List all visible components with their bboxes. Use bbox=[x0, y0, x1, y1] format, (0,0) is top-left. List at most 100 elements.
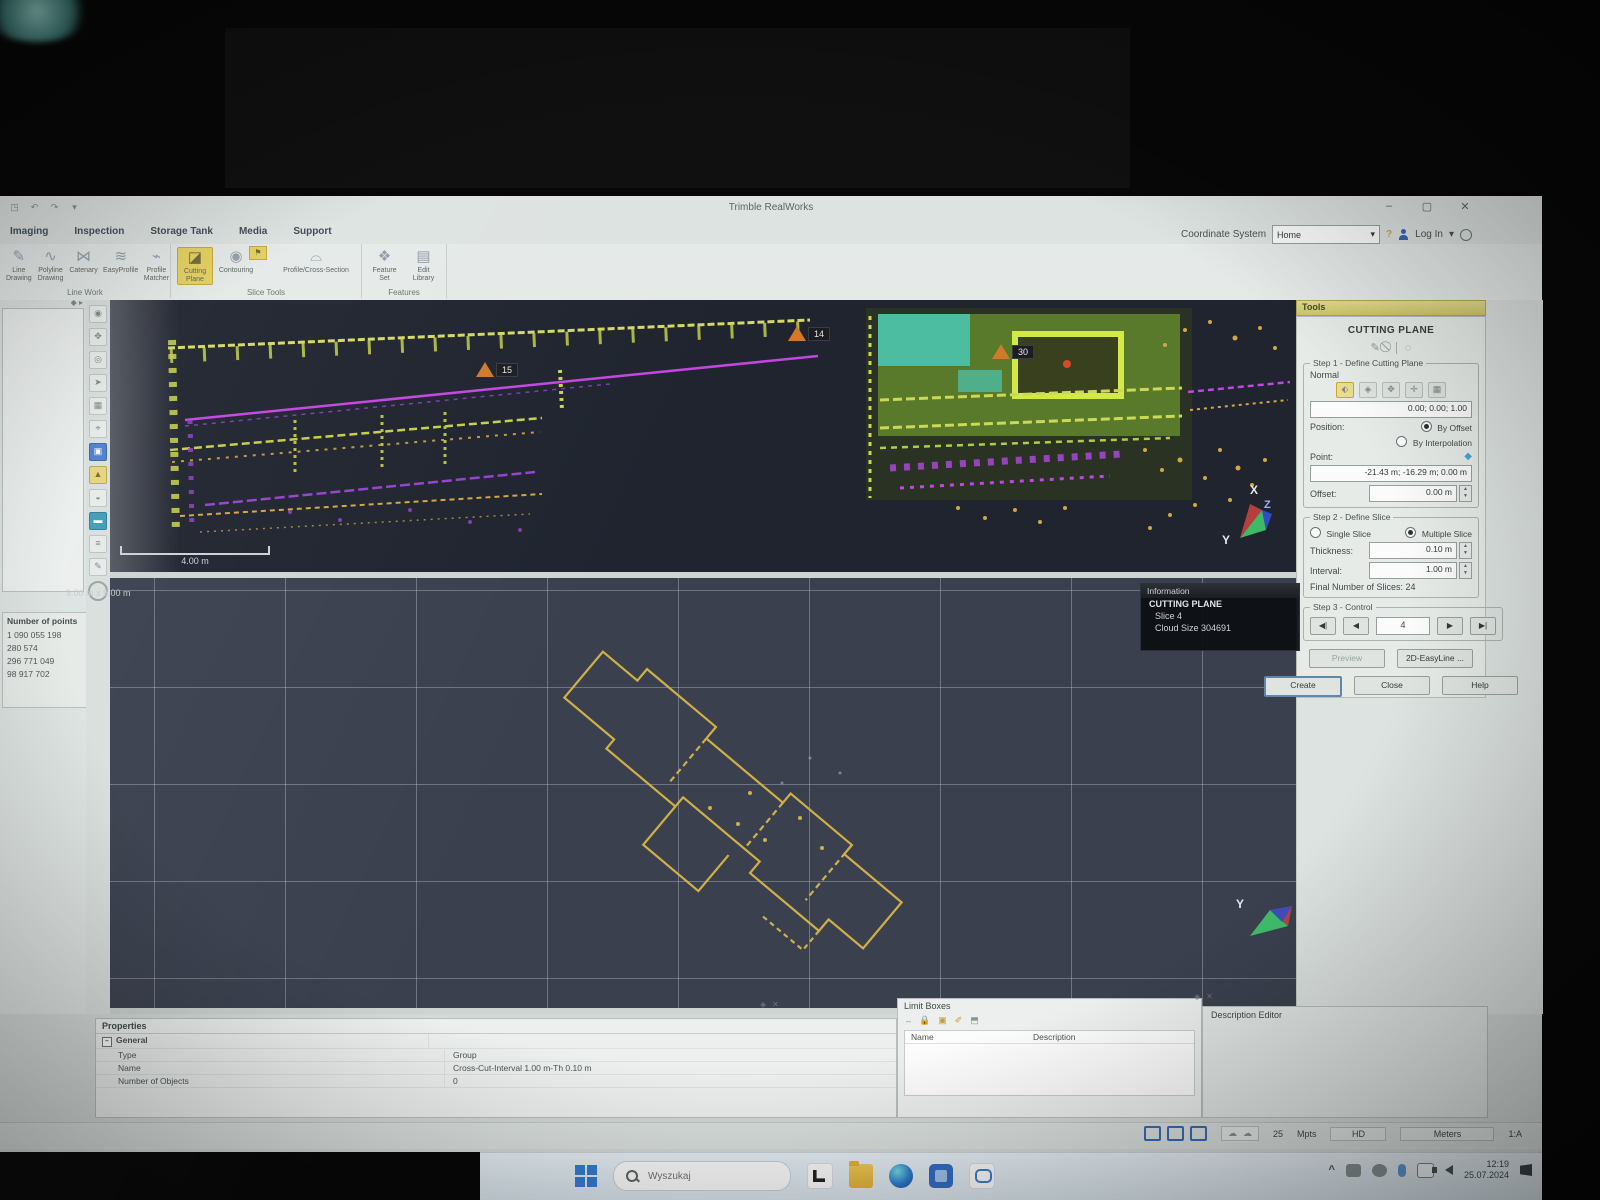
easyprofile-button[interactable]: ≋ EasyProfile bbox=[104, 247, 138, 283]
station-marker-14[interactable]: 14 bbox=[788, 326, 830, 341]
panel-close-icon[interactable]: ✕ bbox=[1206, 992, 1213, 1001]
settings-icon[interactable] bbox=[1460, 229, 1472, 241]
layout-grid-icon[interactable] bbox=[1190, 1126, 1207, 1141]
layout-split-icon[interactable] bbox=[1167, 1126, 1184, 1141]
chat-app-icon[interactable] bbox=[969, 1163, 995, 1189]
close-panel-button[interactable]: Close bbox=[1354, 676, 1430, 695]
preview-button[interactable]: Preview bbox=[1309, 649, 1385, 668]
column-description[interactable]: Description bbox=[1027, 1031, 1082, 1043]
help-icon[interactable]: ? bbox=[1386, 229, 1392, 240]
panel-pop-icon[interactable]: ◈ bbox=[1194, 992, 1200, 1001]
file-explorer-icon[interactable] bbox=[849, 1164, 873, 1188]
layout-single-icon[interactable] bbox=[1144, 1126, 1161, 1141]
maximize-button[interactable]: ▢ bbox=[1420, 200, 1434, 213]
polyline-drawing-button[interactable]: ∿ Polyline Drawing bbox=[38, 247, 64, 283]
coordinate-system-select[interactable]: Home ▾ bbox=[1272, 225, 1380, 244]
login-button[interactable]: Log In bbox=[1415, 229, 1443, 240]
create-button[interactable]: Create bbox=[1264, 676, 1342, 697]
property-value[interactable]: Cross-Cut-Interval 1.00 m-Th 0.10 m bbox=[445, 1062, 896, 1074]
edge-browser-icon[interactable] bbox=[889, 1164, 913, 1188]
workspace-tree[interactable] bbox=[2, 308, 84, 592]
cloud-display-icon[interactable]: ☁ bbox=[1228, 1128, 1237, 1139]
tab-imaging[interactable]: Imaging bbox=[10, 226, 48, 237]
property-value[interactable]: 0 bbox=[445, 1075, 896, 1087]
feature-set-button[interactable]: ❖ Feature Set bbox=[368, 247, 401, 283]
app-icon-desktop[interactable] bbox=[807, 1163, 833, 1189]
limit-boxes-table[interactable]: Name Description bbox=[904, 1030, 1195, 1096]
properties-header[interactable]: Properties bbox=[96, 1019, 896, 1034]
interval-field[interactable]: 1.00 m bbox=[1369, 562, 1457, 579]
render-tool-icon[interactable]: ▬ bbox=[89, 512, 107, 530]
normal-value-field[interactable]: 0.00; 0.00; 1.00 bbox=[1310, 401, 1472, 418]
store-app-icon[interactable] bbox=[929, 1164, 953, 1188]
tools-panel-header[interactable]: Tools bbox=[1296, 300, 1486, 316]
segment-tool-icon[interactable]: ▦ bbox=[89, 397, 107, 415]
annotate-tool-icon[interactable]: ✎ bbox=[89, 558, 107, 576]
tab-media[interactable]: Media bbox=[239, 226, 267, 237]
search-input[interactable] bbox=[646, 1170, 750, 1183]
display-tool-icon[interactable]: ▣ bbox=[89, 443, 107, 461]
zoom-tool-icon[interactable]: ◎ bbox=[89, 351, 107, 369]
normal-pick-icon[interactable]: ✛ bbox=[1405, 382, 1423, 398]
point-value-field[interactable]: -21.43 m; -16.29 m; 0.00 m bbox=[1310, 465, 1472, 482]
offset-spinner[interactable]: ▲ ▼ bbox=[1459, 485, 1472, 502]
pick-point-icon[interactable]: ◆ bbox=[1464, 451, 1472, 462]
remove-icon[interactable]: – bbox=[906, 1016, 911, 1026]
single-slice-radio[interactable] bbox=[1310, 527, 1321, 538]
orbit-tool-icon[interactable]: ◉ bbox=[89, 305, 107, 323]
thickness-spinner[interactable]: ▲ ▼ bbox=[1459, 542, 1472, 559]
pan-tool-icon[interactable]: ✥ bbox=[89, 328, 107, 346]
taskbar-search[interactable] bbox=[613, 1161, 791, 1191]
tab-inspection[interactable]: Inspection bbox=[74, 226, 124, 237]
first-slice-button[interactable]: ◀| bbox=[1310, 617, 1336, 635]
next-slice-button[interactable]: ▶ bbox=[1437, 617, 1463, 635]
panel-controls[interactable]: ◈ ✕ bbox=[760, 1000, 779, 1009]
layer-tool-icon[interactable]: ≡ bbox=[89, 535, 107, 553]
quality-indicator[interactable]: HD bbox=[1330, 1127, 1386, 1141]
slice-option-icon[interactable]: ⚑ bbox=[249, 246, 267, 260]
interval-spinner[interactable]: ▲ ▼ bbox=[1459, 562, 1472, 579]
onedrive-icon[interactable] bbox=[1346, 1164, 1361, 1177]
workspace-pin-icon[interactable]: ◆ ▸ bbox=[71, 298, 83, 307]
notification-icon[interactable] bbox=[1520, 1164, 1532, 1176]
thickness-field[interactable]: 0.10 m bbox=[1369, 542, 1457, 559]
previous-slice-button[interactable]: ◀ bbox=[1343, 617, 1369, 635]
multiple-slice-radio[interactable] bbox=[1405, 527, 1416, 538]
cutting-plane-button[interactable]: ◪ Cutting Plane bbox=[177, 247, 213, 285]
last-slice-button[interactable]: ▶| bbox=[1470, 617, 1496, 635]
select-tool-icon[interactable]: ➤ bbox=[89, 374, 107, 392]
by-offset-radio[interactable] bbox=[1421, 421, 1432, 432]
lock-icon[interactable]: 🔒 bbox=[919, 1015, 930, 1026]
offset-field[interactable]: 0.00 m bbox=[1369, 485, 1457, 502]
export-limit-box-icon[interactable]: ⬒ bbox=[970, 1015, 979, 1026]
taskbar-clock[interactable]: 12:19 25.07.2024 bbox=[1464, 1159, 1509, 1181]
measure-tool-icon[interactable]: ⌖ bbox=[89, 420, 107, 438]
tab-storage-tank[interactable]: Storage Tank bbox=[150, 226, 213, 237]
contouring-button[interactable]: ◉ Contouring bbox=[219, 247, 253, 285]
tray-overflow-icon[interactable]: ^ bbox=[1329, 1164, 1335, 1176]
station-marker-30[interactable]: 30 bbox=[992, 344, 1034, 359]
edit-library-button[interactable]: ▤ Edit Library bbox=[407, 247, 440, 283]
target-tool-icon[interactable]: ▲ bbox=[89, 466, 107, 484]
close-button[interactable]: ✕ bbox=[1458, 200, 1472, 213]
edit-plane-icon[interactable]: ✎ bbox=[1371, 341, 1380, 354]
view-2d[interactable]: Y X bbox=[110, 578, 1296, 1008]
normal-preset-icon[interactable]: ⬖ bbox=[1336, 382, 1354, 398]
minimize-button[interactable]: – bbox=[1382, 200, 1396, 213]
property-value[interactable]: Group bbox=[445, 1049, 896, 1061]
profile-matcher-button[interactable]: ⌁ Profile Matcher bbox=[144, 247, 169, 283]
line-drawing-button[interactable]: ✎ Line Drawing bbox=[6, 247, 32, 283]
limit-boxes-header[interactable]: Limit Boxes bbox=[898, 999, 1201, 1013]
column-name[interactable]: Name bbox=[905, 1031, 1027, 1043]
units-indicator[interactable]: Meters bbox=[1400, 1127, 1494, 1141]
catenary-button[interactable]: ⋈ Catenary bbox=[69, 247, 97, 283]
profile-cross-section-button[interactable]: ⌓ Profile/Cross-Section bbox=[277, 247, 355, 285]
easyline-button[interactable]: 2D-EasyLine ... bbox=[1397, 649, 1473, 668]
tab-support[interactable]: Support bbox=[293, 226, 331, 237]
login-dropdown-icon[interactable]: ▾ bbox=[1449, 229, 1454, 240]
microphone-icon[interactable] bbox=[1398, 1164, 1406, 1177]
help-button[interactable]: Help bbox=[1442, 676, 1518, 695]
draw-limit-box-icon[interactable]: ✐ bbox=[955, 1015, 963, 1026]
camera-tool-icon[interactable]: ◒ bbox=[89, 489, 107, 507]
new-limit-box-icon[interactable]: ▣ bbox=[938, 1015, 947, 1026]
